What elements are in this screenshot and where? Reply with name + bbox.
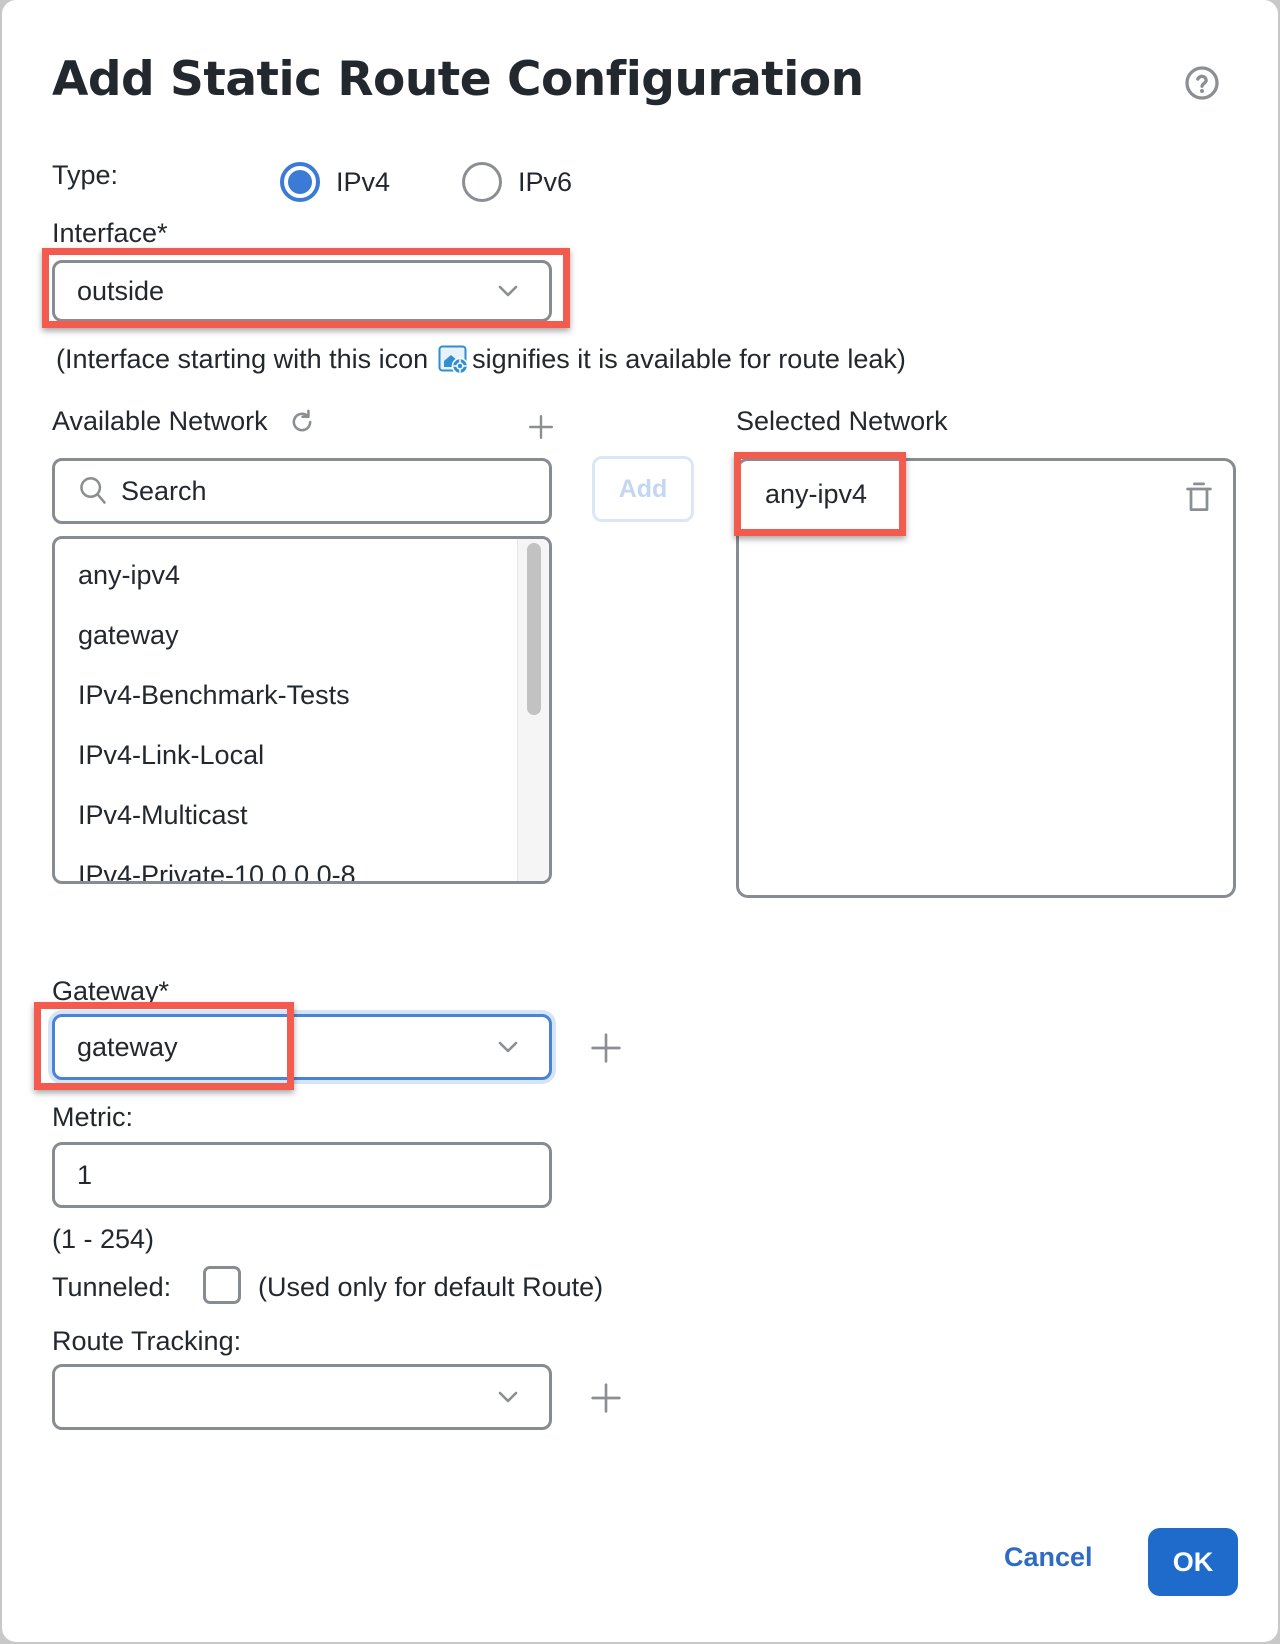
selected-network-list: any-ipv4 [736,458,1236,898]
route-tracking-select[interactable] [52,1364,552,1430]
radio-ipv4-circle[interactable] [280,162,320,202]
selected-network-label: Selected Network [736,406,948,436]
list-scrollbar-thumb[interactable] [527,543,541,715]
radio-ipv4-dot [288,170,312,194]
add-static-route-dialog: Add Static Route Configuration Type: IPv… [2,0,1278,1642]
available-network-list: any-ipv4 gateway IPv4-Benchmark-Tests IP… [52,536,552,884]
available-network-item[interactable]: IPv4-Private-10.0.0.0-8 [55,845,517,882]
radio-ipv4-label: IPv4 [336,166,391,197]
available-network-item[interactable]: IPv4-Benchmark-Tests [55,665,517,725]
metric-label: Metric: [52,1102,133,1132]
chevron-down-icon [498,1041,518,1053]
network-search-input[interactable]: Search [52,458,552,524]
dialog-title: Add Static Route Configuration [52,52,864,107]
metric-input[interactable]: 1 [52,1142,552,1208]
radio-ipv6[interactable]: IPv6 [462,162,572,202]
tunneled-checkbox[interactable] [203,1266,241,1304]
route-tracking-label: Route Tracking: [52,1326,242,1356]
radio-ipv4[interactable]: IPv4 [280,162,390,202]
route-leak-note-text-before: (Interface starting with this icon [56,344,429,374]
tunneled-label: Tunneled: [52,1272,172,1302]
available-network-item[interactable]: IPv4-Link-Local [55,725,517,785]
search-placeholder: Search [121,475,207,506]
route-leak-interface-icon [438,345,469,374]
available-network-header: Available Network [52,406,316,437]
radio-ipv6-label: IPv6 [518,166,573,197]
chevron-down-icon [498,285,518,297]
trash-icon[interactable] [1185,481,1213,513]
interface-label: Interface* [52,218,168,248]
refresh-icon[interactable] [288,408,316,436]
radio-ipv6-circle[interactable] [462,162,502,202]
ok-button[interactable]: OK [1148,1528,1238,1596]
help-circle-icon[interactable] [1184,65,1220,101]
search-icon [80,477,106,504]
type-label: Type: [52,160,119,190]
route-leak-note: (Interface starting with this icon signi… [56,344,906,375]
selected-network-item[interactable]: any-ipv4 [765,479,867,510]
gateway-select-value: gateway [77,1031,178,1062]
available-network-item[interactable]: gateway [55,605,517,665]
gateway-select[interactable]: gateway [52,1014,552,1080]
route-leak-note-text-after: signifies it is available for route leak… [472,344,906,374]
add-route-tracking-plus-icon[interactable] [590,1382,622,1414]
available-network-item[interactable]: IPv4-Multicast [55,785,517,845]
chevron-down-icon [498,1391,518,1403]
gateway-label: Gateway* [52,976,170,1006]
interface-select[interactable]: outside [52,260,552,322]
available-network-item[interactable]: any-ipv4 [55,545,517,605]
available-network-label: Available Network [52,406,268,436]
cancel-button[interactable]: Cancel [1004,1542,1093,1573]
add-gateway-plus-icon[interactable] [590,1032,622,1064]
add-network-plus-icon[interactable] [528,414,554,440]
metric-range-hint: (1 - 254) [52,1224,155,1254]
add-network-button[interactable]: Add [592,456,694,522]
interface-select-value: outside [77,275,165,306]
tunneled-hint: (Used only for default Route) [258,1272,604,1302]
list-scrollbar[interactable] [517,539,549,881]
metric-input-value: 1 [77,1159,93,1190]
